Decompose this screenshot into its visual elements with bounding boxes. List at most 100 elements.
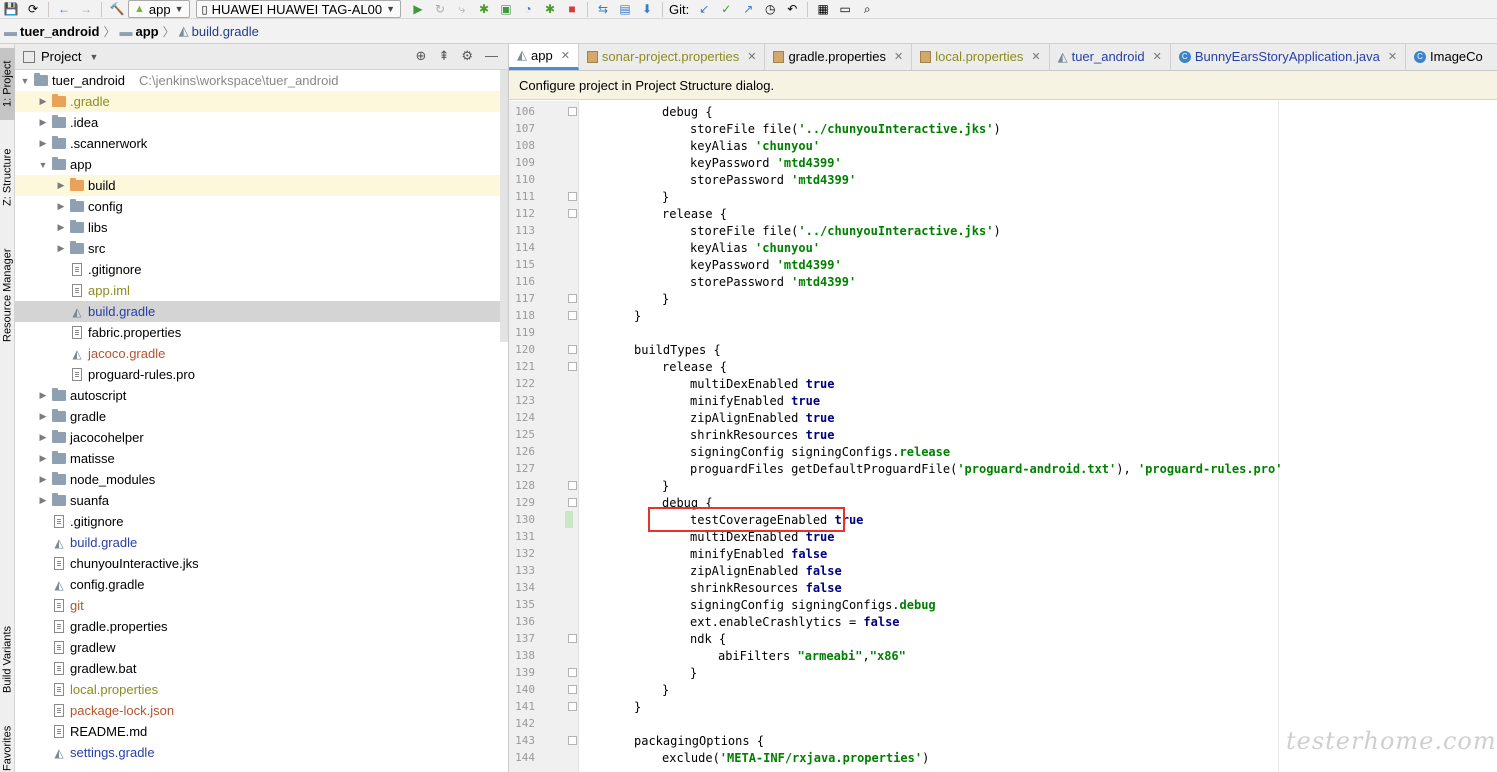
tree-item-libs[interactable]: ▶ libs xyxy=(15,217,508,238)
apply-changes-icon[interactable]: ↻ xyxy=(431,1,449,17)
code-line[interactable]: 108 keyAlias 'chunyou' xyxy=(509,137,1497,154)
code-line[interactable]: 133 zipAlignEnabled false xyxy=(509,562,1497,579)
tree-item-scannerwork[interactable]: ▶ .scannerwork xyxy=(15,133,508,154)
close-icon[interactable]: ✕ xyxy=(1388,50,1397,63)
chevron-down-icon[interactable]: ▼ xyxy=(19,76,31,86)
tree-item-config-gradle[interactable]: ◭ config.gradle xyxy=(15,574,508,595)
run-coverage-icon[interactable]: ▣ xyxy=(497,1,515,17)
fold-marker-icon[interactable] xyxy=(568,362,577,371)
breadcrumb-module[interactable]: ▬ app xyxy=(119,24,158,39)
git-commit-icon[interactable]: ✓ xyxy=(717,1,735,17)
tab-gradle-properties[interactable]: gradle.properties ✕ xyxy=(765,44,913,70)
tree-item-package-lock[interactable]: package-lock.json xyxy=(15,700,508,721)
close-icon[interactable]: ✕ xyxy=(1153,50,1162,63)
tree-item-autoscript[interactable]: ▶ autoscript xyxy=(15,385,508,406)
chevron-right-icon[interactable]: ▶ xyxy=(37,117,49,128)
close-icon[interactable]: ✕ xyxy=(1031,50,1040,63)
tree-item-gitignore-root[interactable]: .gitignore xyxy=(15,511,508,532)
fold-marker-icon[interactable] xyxy=(568,736,577,745)
tab-tuer-android[interactable]: ◭ tuer_android ✕ xyxy=(1050,44,1171,70)
code-line[interactable]: 123 minifyEnabled true xyxy=(509,392,1497,409)
code-line[interactable]: 112 release { xyxy=(509,205,1497,222)
device-select[interactable]: ▯ HUAWEI HUAWEI TAG-AL00 ▼ xyxy=(195,0,401,18)
tree-item-local-properties[interactable]: local.properties xyxy=(15,679,508,700)
code-line[interactable]: 134 shrinkResources false xyxy=(509,579,1497,596)
code-line[interactable]: 116 storePassword 'mtd4399' xyxy=(509,273,1497,290)
fold-marker-icon[interactable] xyxy=(568,192,577,201)
tree-item-suanfa[interactable]: ▶ suanfa xyxy=(15,490,508,511)
code-line[interactable]: 111} xyxy=(509,188,1497,205)
tree-item-app[interactable]: ▼ app xyxy=(15,154,508,175)
tree-item-jks[interactable]: chunyouInteractive.jks xyxy=(15,553,508,574)
tree-item-build[interactable]: ▶ build xyxy=(15,175,508,196)
tool-tab-structure[interactable]: Z: Structure xyxy=(0,136,15,218)
code-line[interactable]: 138 abiFilters "armeabi","x86" xyxy=(509,647,1497,664)
code-line[interactable]: 127 proguardFiles getDefaultProguardFile(… xyxy=(509,460,1497,477)
code-line[interactable]: 128} xyxy=(509,477,1497,494)
tree-item-build-gradle-app[interactable]: ◭ build.gradle xyxy=(15,301,508,322)
tree-item-src[interactable]: ▶ src xyxy=(15,238,508,259)
code-line[interactable]: 107 storeFile file('../chunyouInteractive… xyxy=(509,120,1497,137)
code-line[interactable]: 121 release { xyxy=(509,358,1497,375)
code-line[interactable]: 139} xyxy=(509,664,1497,681)
tree-item-gradlew[interactable]: gradlew xyxy=(15,637,508,658)
code-line[interactable]: 109 keyPassword 'mtd4399' xyxy=(509,154,1497,171)
fold-marker-icon[interactable] xyxy=(568,294,577,303)
history-icon[interactable]: ◷ xyxy=(761,1,779,17)
fold-marker-icon[interactable] xyxy=(568,668,577,677)
code-line[interactable]: 141} xyxy=(509,698,1497,715)
tree-item-settings-gradle[interactable]: ◭ settings.gradle xyxy=(15,742,508,763)
tree-item-proguard-rules[interactable]: proguard-rules.pro xyxy=(15,364,508,385)
code-line[interactable]: 119 xyxy=(509,324,1497,341)
chevron-right-icon[interactable]: ▶ xyxy=(37,390,49,401)
code-line[interactable]: 125 shrinkResources true xyxy=(509,426,1497,443)
code-line[interactable]: 126 signingConfig signingConfigs.release xyxy=(509,443,1497,460)
chevron-down-icon[interactable]: ▼ xyxy=(89,52,98,62)
fold-marker-icon[interactable] xyxy=(568,685,577,694)
gear-icon[interactable]: ⚙ xyxy=(461,48,473,64)
tool-tab-build-variants[interactable]: Build Variants xyxy=(0,612,15,706)
tool-tab-resource-manager[interactable]: Resource Manager xyxy=(0,236,15,354)
rollback-icon[interactable]: ↶ xyxy=(783,1,801,17)
tree-item-readme[interactable]: README.md xyxy=(15,721,508,742)
sdk-manager-icon[interactable]: ⬇ xyxy=(638,1,656,17)
code-line[interactable]: 113 storeFile file('../chunyouInteractive… xyxy=(509,222,1497,239)
code-line[interactable]: 135 signingConfig signingConfigs.debug xyxy=(509,596,1497,613)
tree-item-app-iml[interactable]: app.iml xyxy=(15,280,508,301)
chevron-right-icon[interactable]: ▶ xyxy=(55,201,67,212)
code-line[interactable]: 137 ndk { xyxy=(509,630,1497,647)
code-line[interactable]: 115 keyPassword 'mtd4399' xyxy=(509,256,1497,273)
code-line[interactable]: 106 debug { xyxy=(509,103,1497,120)
chevron-right-icon[interactable]: ▶ xyxy=(37,474,49,485)
forward-arrow-icon[interactable]: → xyxy=(77,1,95,17)
chevron-right-icon[interactable]: ▶ xyxy=(55,243,67,254)
tree-root[interactable]: ▼ tuer_android C:\jenkins\workspace\tuer… xyxy=(15,70,508,91)
breadcrumb-file[interactable]: ◭ build.gradle xyxy=(179,23,259,39)
project-structure-icon[interactable]: ▦ xyxy=(814,1,832,17)
code-line[interactable]: 118} xyxy=(509,307,1497,324)
fold-marker-icon[interactable] xyxy=(568,702,577,711)
tree-item-fabric-properties[interactable]: fabric.properties xyxy=(15,322,508,343)
breadcrumb-project[interactable]: ▬ tuer_android xyxy=(4,24,99,39)
fold-marker-icon[interactable] xyxy=(568,498,577,507)
code-line[interactable]: 136 ext.enableCrashlytics = false xyxy=(509,613,1497,630)
tree-item-build-gradle-root[interactable]: ◭ build.gradle xyxy=(15,532,508,553)
code-line[interactable]: 117} xyxy=(509,290,1497,307)
change-marker[interactable] xyxy=(565,511,573,528)
tab-local-properties[interactable]: local.properties ✕ xyxy=(912,44,1050,70)
fold-marker-icon[interactable] xyxy=(568,345,577,354)
tool-tab-project[interactable]: 1: Project xyxy=(0,48,15,120)
apply-code-changes-icon[interactable]: ⤷ xyxy=(453,1,471,17)
fold-marker-icon[interactable] xyxy=(568,209,577,218)
attach-debugger-icon[interactable]: ✱ xyxy=(541,1,559,17)
tool-tab-favorites[interactable]: Favorites xyxy=(0,724,15,772)
avd-manager-icon[interactable]: ▤ xyxy=(616,1,634,17)
debug-bug-icon[interactable]: ✱ xyxy=(475,1,493,17)
tab-image-co[interactable]: C ImageCo xyxy=(1406,44,1491,70)
tree-item-node-modules[interactable]: ▶ node_modules xyxy=(15,469,508,490)
tab-app[interactable]: ◭ app ✕ xyxy=(509,44,579,70)
locate-file-icon[interactable]: ⊕ xyxy=(416,48,427,64)
close-icon[interactable]: ✕ xyxy=(747,50,756,63)
chevron-right-icon[interactable]: ▶ xyxy=(37,453,49,464)
back-arrow-icon[interactable]: ← xyxy=(55,1,73,17)
